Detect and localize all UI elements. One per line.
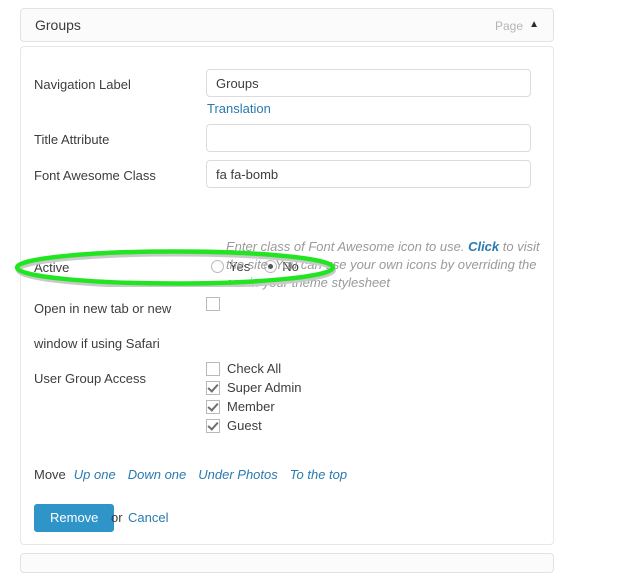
- translation-link[interactable]: Translation: [207, 101, 271, 116]
- remove-button[interactable]: Remove: [34, 504, 114, 532]
- cancel-link[interactable]: Cancel: [128, 510, 168, 525]
- help-text-part1: Enter class of Font Awesome icon to use.: [226, 239, 468, 254]
- member-label: Member: [227, 399, 275, 414]
- check-all-label: Check All: [227, 361, 281, 376]
- font-awesome-site-link[interactable]: Click: [468, 239, 499, 254]
- user-group-guest-row[interactable]: Guest: [206, 418, 262, 433]
- move-label: Move: [34, 467, 66, 482]
- guest-checkbox[interactable]: [206, 419, 220, 433]
- open-new-tab-label-line2: window if using Safari: [34, 336, 160, 351]
- panel-type-label: Page: [495, 19, 523, 33]
- panel-header[interactable]: Groups Page ▲: [20, 8, 554, 42]
- move-under-photos-link[interactable]: Under Photos: [198, 467, 278, 482]
- guest-label: Guest: [227, 418, 262, 433]
- user-group-super-admin-row[interactable]: Super Admin: [206, 380, 301, 395]
- open-new-tab-checkbox[interactable]: [206, 297, 220, 311]
- move-row: Move Up one Down one Under Photos To the top: [34, 467, 359, 482]
- move-down-one-link[interactable]: Down one: [128, 467, 187, 482]
- active-label: Active: [34, 260, 69, 275]
- next-panel-header[interactable]: [20, 553, 554, 573]
- move-up-one-link[interactable]: Up one: [74, 467, 116, 482]
- navigation-label-label: Navigation Label: [34, 77, 131, 92]
- title-attribute-label: Title Attribute: [34, 132, 109, 147]
- chevron-up-icon[interactable]: ▲: [529, 20, 539, 30]
- font-awesome-class-label: Font Awesome Class: [34, 168, 156, 183]
- super-admin-checkbox[interactable]: [206, 381, 220, 395]
- font-awesome-class-input[interactable]: [206, 160, 531, 188]
- menu-item-settings-panel: Navigation Label Translation Title Attri…: [20, 46, 554, 545]
- user-group-check-all-row[interactable]: Check All: [206, 361, 281, 376]
- user-group-access-label: User Group Access: [34, 371, 146, 386]
- navigation-label-input[interactable]: [206, 69, 531, 97]
- move-to-the-top-link[interactable]: To the top: [290, 467, 347, 482]
- or-text: or: [111, 510, 123, 525]
- title-attribute-input[interactable]: [206, 124, 531, 152]
- open-new-tab-label-line1: Open in new tab or new: [34, 301, 171, 316]
- super-admin-label: Super Admin: [227, 380, 301, 395]
- member-checkbox[interactable]: [206, 400, 220, 414]
- user-group-member-row[interactable]: Member: [206, 399, 275, 414]
- font-awesome-help-text: Enter class of Font Awesome icon to use.…: [226, 238, 556, 292]
- active-yes-radio[interactable]: [211, 260, 224, 273]
- check-all-checkbox[interactable]: [206, 362, 220, 376]
- page-title: Groups: [35, 17, 81, 33]
